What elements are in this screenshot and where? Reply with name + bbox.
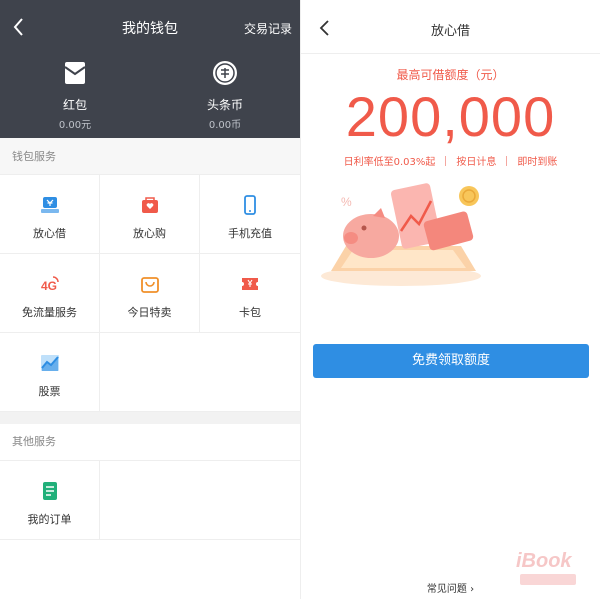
piggy-bank-illustration: %	[321, 183, 481, 286]
empty-cell	[100, 461, 200, 540]
asset-name: 头条币	[206, 98, 243, 112]
red-envelope-icon	[64, 62, 86, 84]
service-my-orders[interactable]: 我的订单	[0, 461, 100, 540]
4g-icon: 4G	[41, 276, 59, 293]
loan-screen: 放心借 最高可借额度（元） 200,000 日利率低至0.03%起 按日计息 即…	[300, 0, 600, 599]
service-loan[interactable]: 放心借	[0, 175, 100, 254]
other-services-grid: 我的订单	[0, 460, 300, 540]
wallet-header: 我的钱包 交易记录 红包 0.00元 头条币 0.00币	[0, 0, 300, 138]
feature-item: 日利率低至0.03%起	[343, 157, 436, 168]
empty-cell	[200, 333, 300, 412]
asset-name: 红包	[62, 98, 87, 112]
svg-text:iBook: iBook	[516, 550, 572, 572]
asset-value: 0.00币	[208, 120, 242, 131]
bag-icon	[140, 277, 159, 293]
coin-icon	[213, 61, 237, 85]
service-label: 放心借	[33, 227, 66, 240]
service-label: 股票	[38, 385, 61, 398]
loan-nav-bar: 放心借	[301, 0, 600, 54]
asset-coin[interactable]: 头条币 0.00币	[165, 60, 285, 131]
order-icon	[42, 482, 57, 500]
loan-icon	[40, 197, 59, 213]
feature-separator	[445, 155, 447, 166]
service-label: 我的订单	[27, 513, 72, 526]
svg-text:4G: 4G	[41, 279, 57, 293]
wallet-screen: 我的钱包 交易记录 红包 0.00元 头条币 0.00币 钱包服务 放心借 放心…	[0, 0, 300, 599]
feature-list: 日利率低至0.03%起 按日计息 即时到账	[301, 153, 600, 168]
service-free-data[interactable]: 4G 免流量服务	[0, 254, 100, 333]
limit-value: 200,000	[345, 85, 556, 148]
empty-cell	[200, 461, 300, 540]
watermark-logo: iBook	[516, 550, 576, 585]
wallet-services-grid: 放心借 放心购 手机充值 4G 免流量服务 今日特卖 卡包 股票	[0, 174, 300, 412]
stock-chart-icon	[40, 355, 59, 371]
svg-text:%: %	[341, 195, 352, 209]
feature-item: 即时到账	[517, 157, 558, 168]
feature-item: 按日计息	[456, 157, 497, 168]
service-label: 手机充值	[228, 227, 272, 240]
shopping-bag-icon	[141, 197, 158, 213]
claim-limit-button[interactable]: 免费领取额度	[313, 344, 589, 378]
ticket-icon	[242, 278, 258, 290]
section-divider	[0, 412, 300, 424]
service-card-wallet[interactable]: 卡包	[200, 254, 300, 333]
page-title: 放心借	[430, 24, 470, 39]
wallet-nav-bar: 我的钱包 交易记录	[0, 0, 300, 56]
service-label: 免流量服务	[22, 306, 77, 319]
service-shop[interactable]: 放心购	[100, 175, 200, 254]
service-phone-topup[interactable]: 手机充值	[200, 175, 300, 254]
service-stocks[interactable]: 股票	[0, 333, 100, 412]
service-label: 卡包	[239, 306, 261, 319]
service-label: 放心购	[133, 227, 166, 240]
service-label: 今日特卖	[127, 306, 172, 319]
section-label-other-services: 其他服务	[12, 435, 56, 448]
empty-cell	[100, 333, 200, 412]
service-daily-deals[interactable]: 今日特卖	[100, 254, 200, 333]
transactions-link[interactable]: 交易记录	[244, 20, 292, 37]
asset-red-envelope[interactable]: 红包 0.00元	[15, 60, 135, 131]
screenshot-root: 我的钱包 交易记录 红包 0.00元 头条币 0.00币 钱包服务 放心借 放心…	[0, 0, 600, 599]
limit-label: 最高可借额度（元）	[396, 68, 505, 82]
feature-separator	[506, 155, 508, 166]
asset-value: 0.00元	[58, 120, 92, 131]
section-label-wallet-services: 钱包服务	[0, 138, 300, 174]
phone-icon	[244, 195, 256, 215]
